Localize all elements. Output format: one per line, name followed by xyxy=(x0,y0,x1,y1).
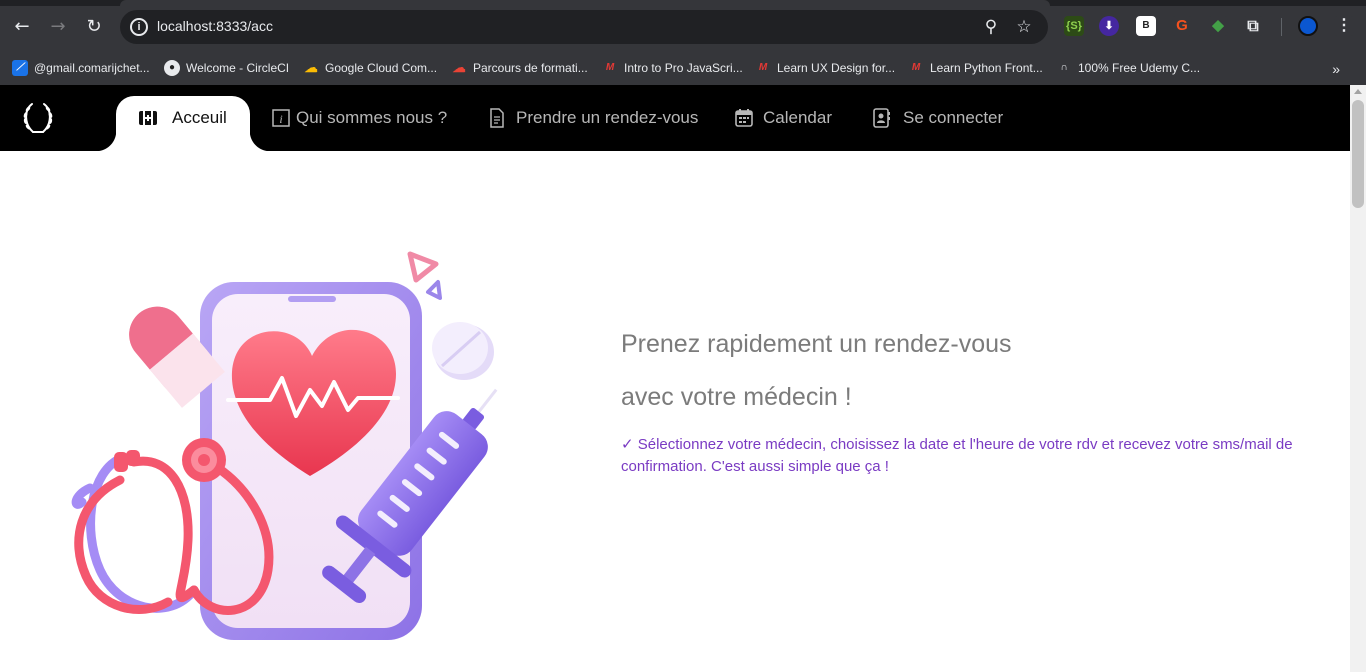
bookmark-item[interactable]: ☁ Parcours de formati... xyxy=(451,57,588,79)
json-extension-icon[interactable]: {S} xyxy=(1064,16,1084,36)
nav-item-qui-sommes-nous[interactable]: i Qui sommes nous ? xyxy=(272,106,447,130)
browser-toolbar: ← → ↻ i localhost:8333/acc ⚲ ☆ {S} ⬇ B G… xyxy=(0,0,1366,52)
circleci-icon: ● xyxy=(164,60,180,76)
address-bar[interactable]: i localhost:8333/acc ⚲ ☆ xyxy=(120,10,1048,44)
bookmark-item[interactable]: M Learn UX Design for... xyxy=(755,57,895,79)
nav-label: Acceuil xyxy=(172,108,227,127)
scroll-thumb[interactable] xyxy=(1352,100,1364,208)
nav-label: Se connecter xyxy=(903,108,1004,127)
bookmark-item[interactable]: ⟋ @gmail.comarijchet... xyxy=(12,57,150,79)
bookmark-item[interactable]: ∩ 100% Free Udemy C... xyxy=(1056,57,1200,79)
nav-item-se-connecter[interactable]: Se connecter xyxy=(872,106,1003,130)
m-logo-icon: M xyxy=(755,60,771,76)
nav-item-calendar[interactable]: Calendar xyxy=(735,106,832,130)
nav-label: Calendar xyxy=(763,108,832,127)
nav-item-prendre-rdv[interactable]: Prendre un rendez-vous xyxy=(488,106,698,130)
zoom-icon[interactable]: ⚲ xyxy=(980,16,1002,38)
extensions-puzzle-icon[interactable]: ⧉ xyxy=(1243,16,1263,36)
site-navbar: Acceuil i Qui sommes nous ? Prendre un r… xyxy=(0,85,1350,151)
jira-icon: ⟋ xyxy=(12,60,28,76)
forward-icon[interactable]: → xyxy=(45,14,71,40)
google-cloud-icon: ☁ xyxy=(303,60,319,76)
info-icon: i xyxy=(272,108,292,128)
calendar-icon xyxy=(735,108,755,128)
laurel-logo-icon[interactable] xyxy=(20,100,56,136)
bookmarks-bar: ⟋ @gmail.comarijchet... ● Welcome - Circle… xyxy=(0,52,1366,85)
reload-icon[interactable]: ↻ xyxy=(81,14,107,40)
google-cloud-icon: ☁ xyxy=(451,60,467,76)
hero-headline-line1: Prenez rapidement un rendez-vous xyxy=(621,330,1012,358)
document-icon xyxy=(488,108,508,128)
color-extension-icon[interactable]: ◆ xyxy=(1208,16,1228,36)
m-logo-icon: M xyxy=(602,60,618,76)
hero-description: ✓ Sélectionnez votre médecin, choisissez… xyxy=(621,436,1293,475)
bookmark-item[interactable]: M Learn Python Front... xyxy=(908,57,1043,79)
url-text[interactable]: localhost:8333/acc xyxy=(157,18,273,34)
page-scrollbar[interactable] xyxy=(1350,85,1366,672)
profile-avatar-icon[interactable] xyxy=(1298,16,1318,36)
svg-text:i: i xyxy=(279,112,282,126)
hero-headline-line2: avec votre médecin ! xyxy=(621,383,852,411)
site-info-icon[interactable]: i xyxy=(130,18,148,36)
bookmark-item[interactable]: ● Welcome - CircleCI xyxy=(164,57,289,79)
b-extension-icon[interactable]: B xyxy=(1136,16,1156,36)
download-extension-icon[interactable]: ⬇ xyxy=(1099,16,1119,36)
bookmark-item[interactable]: ☁ Google Cloud Com... xyxy=(303,57,437,79)
nav-label: Prendre un rendez-vous xyxy=(516,108,699,127)
tab-strip xyxy=(0,0,1366,6)
more-bookmarks-icon[interactable]: » xyxy=(1332,61,1340,77)
bookmark-item[interactable]: M Intro to Pro JavaScri... xyxy=(602,57,743,79)
medical-kit-icon xyxy=(138,108,158,128)
grammar-extension-icon[interactable]: G xyxy=(1172,16,1192,36)
bookmark-star-icon[interactable]: ☆ xyxy=(1013,16,1035,38)
menu-kebab-icon[interactable]: ⋮ xyxy=(1334,16,1354,36)
back-icon[interactable]: ← xyxy=(9,14,35,40)
nav-item-acceuil[interactable]: Acceuil xyxy=(138,106,227,130)
nav-label: Qui sommes nous ? xyxy=(296,108,448,127)
contact-card-icon xyxy=(872,108,892,128)
medical-phone-illustration xyxy=(71,251,498,640)
udemy-icon: ∩ xyxy=(1056,60,1072,76)
m-logo-icon: M xyxy=(908,60,924,76)
scroll-up-arrow-icon[interactable] xyxy=(1354,89,1362,94)
